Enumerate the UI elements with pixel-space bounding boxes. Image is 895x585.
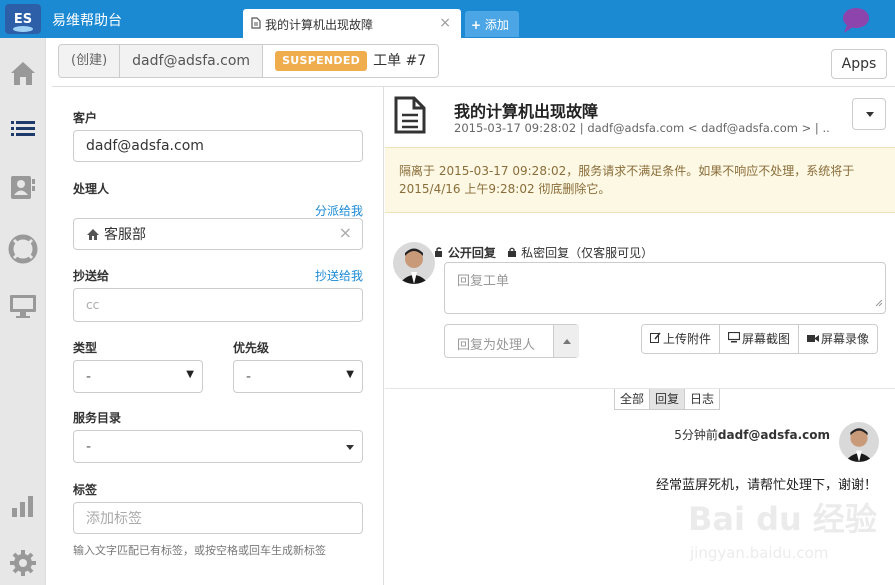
cc-input[interactable]: cc [73, 288, 363, 322]
timeline-filter: 全部 回复 日志 [614, 389, 721, 410]
handler-label: 处理人 [73, 182, 110, 196]
filter-log[interactable]: 日志 [685, 389, 720, 409]
tab-label: 我的计算机出现故障 [265, 18, 374, 32]
reports-icon[interactable] [8, 490, 38, 520]
private-reply-option[interactable]: 私密回复（仅客服可见） [521, 246, 653, 260]
created-label[interactable]: (创建) [59, 45, 121, 77]
attachment-toolbar: 上传附件 屏幕截图 屏幕录像 [641, 324, 879, 354]
home-icon[interactable] [8, 58, 38, 88]
public-reply-option[interactable]: 公开回复 [448, 246, 496, 260]
caret-down-icon [866, 112, 874, 117]
customer-field[interactable]: dadf@adsfa.com [73, 130, 363, 162]
ticket-meta: 2015-03-17 09:28:02 | dadf@adsfa.com < d… [454, 121, 829, 135]
message-body: 经常蓝屏死机，请帮忙处理下，谢谢！ [655, 478, 877, 493]
edit-icon [650, 325, 661, 353]
catalog-label: 服务目录 [73, 411, 122, 425]
chat-bubble-icon[interactable] [841, 6, 871, 38]
message-header: 5分钟前dadf@adsfa.com [674, 426, 830, 443]
ticket-document-icon [393, 96, 427, 138]
reply-as-toggle[interactable] [553, 325, 579, 357]
reply-options: 公开回复 私密回复（仅客服可见） [434, 244, 653, 261]
tags-hint: 输入文字匹配已有标签，或按空格或回车生成新标签 [73, 544, 326, 557]
ticket-number: 工单 #7 [373, 53, 427, 69]
reply-as-label: 回复为处理人 [457, 338, 536, 353]
type-value: - [86, 368, 92, 385]
cc-label: 抄送给 [73, 269, 110, 283]
clear-icon[interactable]: × [339, 223, 352, 242]
caret-down-icon [346, 445, 354, 450]
customer-label: 客户 [73, 111, 98, 125]
filter-replies[interactable]: 回复 [650, 389, 686, 409]
cc-to-me-link[interactable]: 抄送给我 [315, 267, 363, 284]
upload-attachment-label: 上传附件 [663, 332, 712, 346]
handler-field[interactable]: 客服部 × [73, 218, 363, 250]
settings-gear-icon[interactable] [8, 548, 38, 578]
ticket-title: 我的计算机出现故障 [454, 102, 599, 121]
video-camera-icon [807, 325, 820, 353]
watermark-url: jingyan.baidu.com [690, 544, 829, 562]
chevron-down-icon: ▼ [346, 369, 354, 380]
screen-record-label: 屏幕录像 [821, 332, 870, 346]
message-time: 5分钟前 [674, 428, 718, 442]
filter-all[interactable]: 全部 [615, 389, 651, 409]
ticket-properties-panel: 客户 dadf@adsfa.com 处理人 分派给我 客服部 × 抄送给 抄送给… [52, 87, 384, 585]
document-icon [251, 17, 261, 33]
baidu-watermark: Bai du 经验 jingyan.baidu.com [688, 494, 888, 572]
tab-ticket[interactable]: 我的计算机出现故障 × [243, 9, 461, 38]
top-bar: ES 易维帮助台 我的计算机出现故障 × + 添加 [0, 0, 895, 38]
priority-value: - [246, 368, 252, 385]
resize-grip-icon[interactable] [875, 296, 883, 311]
list-icon[interactable] [8, 114, 38, 144]
app-title: 易维帮助台 [52, 13, 122, 29]
message-author[interactable]: dadf@adsfa.com [718, 428, 830, 442]
add-tab-label: 添加 [484, 18, 509, 32]
close-icon[interactable]: × [439, 15, 451, 31]
app-logo[interactable]: ES [4, 3, 42, 35]
sidebar [0, 38, 46, 585]
screenshot-button[interactable]: 屏幕截图 [720, 325, 800, 353]
watermark-text: Bai du 经验 [688, 500, 877, 538]
tags-input[interactable]: 添加标签 [73, 502, 363, 534]
monitor-icon[interactable] [8, 291, 38, 321]
chevron-down-icon: ▼ [186, 369, 194, 380]
type-select[interactable]: - ▼ [73, 360, 203, 393]
ticket-header-pills: (创建) dadf@adsfa.com SUSPENDED 工单 #7 [58, 44, 440, 78]
reply-textarea[interactable]: 回复工单 [444, 262, 886, 314]
home-icon [86, 228, 100, 241]
contacts-icon[interactable] [8, 172, 38, 202]
priority-select[interactable]: - ▼ [233, 360, 363, 393]
reply-placeholder: 回复工单 [457, 274, 510, 289]
assign-to-me-link[interactable]: 分派给我 [315, 202, 363, 219]
lifebuoy-icon[interactable] [8, 234, 38, 264]
ticket-actions-dropdown[interactable] [852, 98, 886, 130]
ticket-status-segment[interactable]: SUSPENDED 工单 #7 [263, 45, 439, 77]
agent-avatar [393, 242, 435, 284]
tags-label: 标签 [73, 483, 98, 497]
screen-icon [727, 325, 741, 353]
add-tab-button[interactable]: + 添加 [465, 11, 519, 37]
svg-text:ES: ES [14, 12, 32, 27]
priority-label: 优先级 [233, 341, 270, 355]
caret-up-icon [563, 339, 571, 344]
handler-value: 客服部 [104, 227, 146, 243]
customer-avatar [839, 422, 879, 462]
upload-attachment-button[interactable]: 上传附件 [642, 325, 721, 353]
screen-record-button[interactable]: 屏幕录像 [799, 325, 878, 353]
lock-icon [507, 246, 521, 260]
apps-button[interactable]: Apps [831, 49, 887, 79]
catalog-select[interactable]: - [73, 430, 363, 463]
quarantine-warning: 隔离于 2015-03-17 09:28:02，服务请求不满足条件。如果不响应不… [385, 147, 895, 213]
unlock-icon [434, 246, 448, 260]
reply-as-handler-select[interactable]: 回复为处理人 [444, 324, 579, 358]
screenshot-label: 屏幕截图 [742, 332, 791, 346]
type-label: 类型 [73, 341, 98, 355]
status-badge: SUSPENDED [275, 51, 368, 71]
catalog-value: - [86, 438, 92, 455]
requester-email[interactable]: dadf@adsfa.com [120, 45, 264, 77]
